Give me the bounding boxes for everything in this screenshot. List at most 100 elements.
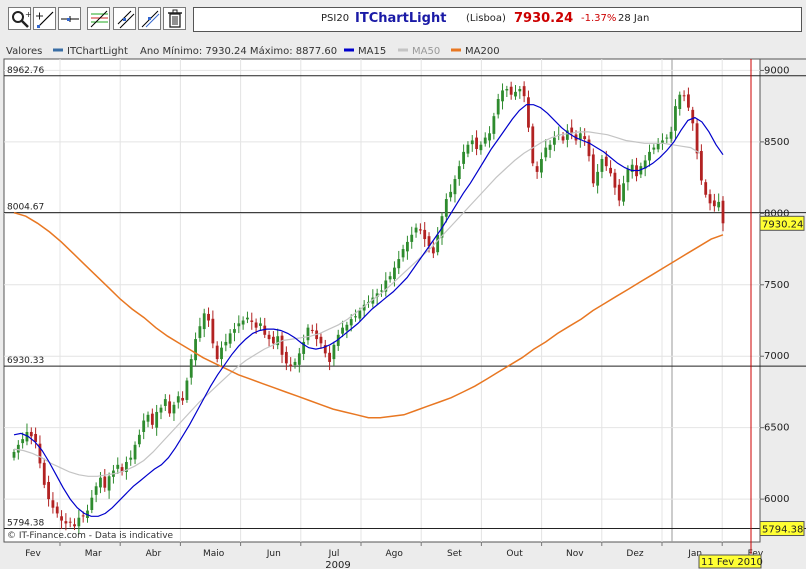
candle-body	[345, 324, 349, 331]
candle-body	[202, 313, 206, 330]
candle-body	[444, 199, 448, 217]
candle-body	[168, 401, 172, 414]
x-tick-label: Maio	[203, 549, 225, 559]
candle-body	[47, 481, 50, 500]
last-price-tag-label: 7930.24	[762, 219, 803, 230]
candle-body	[280, 335, 284, 355]
candle-body	[514, 91, 517, 97]
candle-body	[423, 229, 427, 240]
candle-body	[310, 329, 314, 331]
range-text: Ano Mínimo: 7930.24 Máximo: 8877.60	[140, 45, 337, 57]
candle-body	[531, 126, 535, 164]
candle-body	[674, 106, 677, 131]
candle-body	[181, 397, 185, 401]
candle-body	[457, 166, 461, 180]
candle-body	[29, 431, 33, 437]
candle-body	[250, 320, 254, 322]
candle-body	[354, 316, 357, 318]
candle-body	[94, 486, 98, 495]
y-tick-label: 8500	[764, 137, 789, 148]
candle-body	[77, 517, 81, 527]
candle-body	[552, 137, 556, 145]
candle-body	[349, 319, 353, 326]
candle-body	[129, 457, 133, 460]
candle-body	[687, 94, 690, 108]
candle-body	[656, 143, 660, 150]
candle-body	[259, 323, 262, 326]
candle-body	[328, 352, 331, 362]
candle-body	[246, 317, 249, 320]
candle-body	[583, 136, 587, 140]
candle-body	[626, 169, 630, 183]
price-chart[interactable]: Valores ITChartLight Ano Mínimo: 7930.24 M…	[0, 0, 806, 569]
candle-body	[453, 179, 457, 195]
candle-body	[704, 182, 708, 195]
candle-body	[55, 506, 59, 514]
candle-body	[622, 183, 625, 202]
candle-body	[267, 334, 271, 340]
candle-body	[414, 227, 418, 233]
y-tick-label: 7000	[764, 351, 789, 362]
candle-body	[150, 413, 154, 425]
candle-body	[505, 89, 509, 91]
min-price-tag-label: 5794.38	[762, 525, 803, 536]
candle-body	[548, 144, 552, 150]
candle-body	[617, 184, 621, 201]
candle-body	[527, 97, 530, 128]
candle-body	[596, 171, 600, 186]
candle-body	[237, 323, 241, 327]
candle-body	[163, 399, 167, 406]
candle-body	[652, 147, 656, 150]
candle-body	[60, 516, 63, 521]
x-tick-label: Mar	[85, 549, 102, 559]
candle-body	[717, 201, 721, 208]
values-label: Valores	[6, 46, 42, 57]
x-tick-label: Jul	[328, 549, 340, 559]
candle-body	[682, 95, 686, 97]
candle-body	[51, 500, 55, 508]
candle-body	[678, 94, 682, 110]
candle-body	[155, 411, 159, 428]
x-tick-label: Jun	[266, 549, 281, 559]
candle-body	[34, 433, 38, 442]
candle-body	[721, 200, 725, 224]
candle-body	[712, 200, 716, 207]
candle-body	[393, 267, 396, 280]
candle-body	[284, 351, 288, 364]
candle-body	[561, 136, 565, 141]
copyright-text: © IT-Finance.com - Data is indicative	[7, 531, 174, 541]
candle-body	[665, 137, 669, 139]
x-tick-label: Set	[447, 549, 462, 559]
candle-body	[462, 151, 466, 164]
candle-body	[207, 313, 210, 321]
candle-body	[176, 396, 180, 403]
year-label: 2009	[325, 560, 350, 569]
candle-body	[107, 476, 111, 491]
candle-body	[388, 276, 392, 280]
candle-body	[319, 336, 323, 344]
candle-body	[535, 166, 539, 172]
candle-body	[103, 476, 107, 488]
candle-body	[544, 147, 548, 158]
candle-body	[172, 404, 176, 414]
candle-body	[488, 133, 491, 141]
x-tick-label: Abr	[146, 549, 162, 559]
x-tick-label: Ago	[386, 549, 404, 559]
candle-body	[220, 347, 223, 360]
candle-body	[189, 359, 193, 378]
candle-body	[306, 327, 310, 341]
candle-body	[431, 247, 435, 254]
candle-body	[68, 521, 72, 523]
candle-body	[600, 159, 604, 172]
candle-body	[16, 444, 20, 453]
candle-body	[661, 140, 664, 143]
candle-body	[254, 322, 258, 328]
candle-body	[21, 439, 25, 444]
candle-body	[332, 344, 336, 360]
candle-body	[142, 420, 146, 432]
candle-body	[228, 333, 232, 344]
candle-body	[233, 329, 236, 333]
candle-body	[591, 154, 595, 184]
candle-body	[518, 89, 522, 92]
candle-body	[99, 477, 102, 488]
